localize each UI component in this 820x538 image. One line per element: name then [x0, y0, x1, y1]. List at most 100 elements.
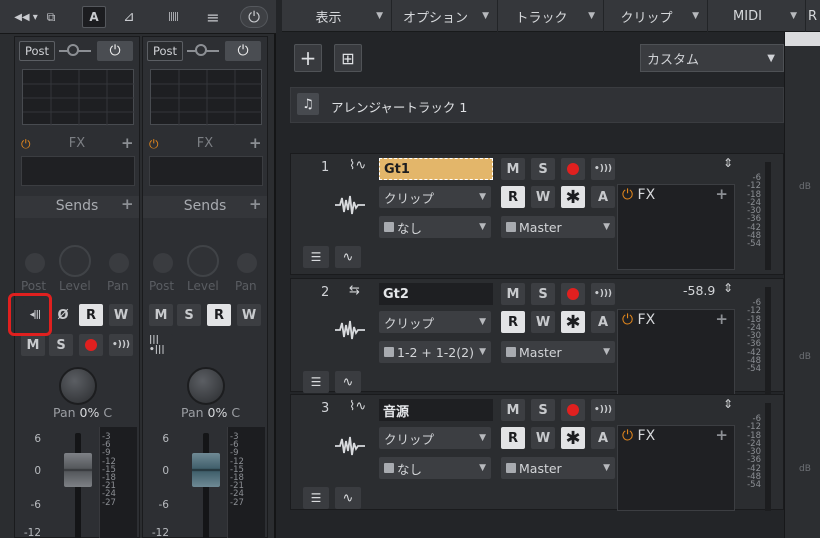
- solo-button[interactable]: S: [531, 283, 555, 305]
- read-button[interactable]: R: [501, 427, 525, 449]
- input-dropdown[interactable]: なし ▼: [379, 457, 491, 479]
- menu-track[interactable]: トラック ▼: [500, 0, 604, 32]
- add-fx-icon[interactable]: +: [715, 426, 728, 444]
- track-name[interactable]: Gt2: [379, 283, 493, 305]
- instrument-output-button[interactable]: |||•|||: [149, 334, 173, 356]
- collapse-icon[interactable]: ⇕: [723, 397, 733, 411]
- send-level-knob[interactable]: [59, 245, 91, 277]
- a-button[interactable]: A: [591, 186, 615, 208]
- output-dropdown[interactable]: Master ▼: [501, 216, 615, 238]
- track-name[interactable]: 音源: [379, 399, 493, 421]
- track-settings-button[interactable]: ☰: [303, 371, 329, 393]
- add-fx-icon[interactable]: +: [715, 310, 728, 328]
- fx-power-icon[interactable]: ⏻: [622, 187, 633, 203]
- solo-button[interactable]: S: [531, 158, 555, 180]
- menu-midi[interactable]: MIDI ▼: [710, 0, 806, 32]
- fx-power-icon[interactable]: ⏻: [622, 428, 633, 444]
- menu-options[interactable]: オプション ▼: [394, 0, 498, 32]
- monitor-button[interactable]: •))): [591, 283, 615, 305]
- input-monitor-button[interactable]: •))): [109, 334, 133, 356]
- input-dropdown[interactable]: 1-2 + 1-2(2) ▼: [379, 341, 491, 363]
- mute-button[interactable]: M: [501, 158, 525, 180]
- arranger-track[interactable]: ♫ アレンジャートラック 1: [290, 87, 784, 123]
- write-button[interactable]: W: [109, 304, 133, 326]
- clip-dropdown[interactable]: クリップ ▼: [379, 427, 491, 449]
- input-dropdown[interactable]: なし ▼: [379, 216, 491, 238]
- fx-panel[interactable]: ⏻ FX +: [617, 309, 735, 395]
- eq-thumbnail[interactable]: [22, 69, 135, 126]
- metronome-icon[interactable]: ⊿: [116, 6, 142, 28]
- track-row[interactable]: 1 ⌇∿ Gt1 M S •))) ⇕ クリップ ▼ R W ✱ A なし ▼ Master ▼ ⏻ FX + ☰ ∿ -…: [290, 153, 784, 275]
- send-pan-knob[interactable]: [237, 253, 257, 273]
- strip-power-button[interactable]: ⏻: [225, 41, 261, 61]
- strip-power-button[interactable]: ⏻: [97, 41, 133, 61]
- monitor-button[interactable]: •))): [591, 399, 615, 421]
- track-settings-button[interactable]: ☰: [303, 487, 329, 509]
- add-fx-icon[interactable]: +: [249, 134, 262, 152]
- send-level-knob[interactable]: [187, 245, 219, 277]
- menu-view[interactable]: 表示 ▼: [286, 0, 392, 32]
- vertical-scrollbar[interactable]: dB dB dB: [784, 32, 820, 538]
- solo-button[interactable]: S: [177, 304, 201, 326]
- write-button[interactable]: W: [531, 427, 555, 449]
- post-button[interactable]: Post: [147, 41, 183, 61]
- track-row[interactable]: 3 ⌇∿ 音源 M S •))) ⇕ クリップ ▼ R W ✱ A なし ▼ Master ▼ ⏻ FX + ☰ ∿ -6…: [290, 394, 784, 511]
- menu-clip[interactable]: クリップ ▼: [606, 0, 708, 32]
- record-button[interactable]: [561, 283, 585, 305]
- track-name[interactable]: Gt1: [379, 158, 493, 180]
- mute-button[interactable]: M: [21, 334, 45, 356]
- waveform-icon[interactable]: |||||: [160, 6, 186, 28]
- a-button[interactable]: A: [591, 311, 615, 333]
- a-button[interactable]: A: [82, 6, 106, 28]
- fx-panel[interactable]: ⏻ FX +: [617, 184, 735, 270]
- power-icon[interactable]: ⏻: [240, 6, 268, 28]
- track-row[interactable]: 2 ⇆ Gt2 M S •))) -58.9 ⇕ クリップ ▼ R W ✱ A 1-2 + 1-2(2) ▼ M…: [290, 278, 784, 395]
- read-button[interactable]: R: [79, 304, 103, 326]
- write-button[interactable]: W: [531, 186, 555, 208]
- solo-button[interactable]: S: [49, 334, 73, 356]
- add-folder-button[interactable]: ⊞: [334, 44, 362, 72]
- pan-knob[interactable]: [187, 367, 225, 405]
- record-button[interactable]: [561, 399, 585, 421]
- fx-power-icon[interactable]: ⏻: [622, 312, 633, 328]
- fx-panel[interactable]: ⏻ FX +: [617, 425, 735, 511]
- eq-thumbnail[interactable]: [150, 69, 263, 126]
- read-button[interactable]: R: [501, 186, 525, 208]
- pan-knob[interactable]: [59, 367, 97, 405]
- add-track-button[interactable]: +: [294, 44, 322, 72]
- write-button[interactable]: W: [237, 304, 261, 326]
- post-button[interactable]: Post: [19, 41, 55, 61]
- track-settings-button[interactable]: ☰: [303, 246, 329, 268]
- output-dropdown[interactable]: Master ▼: [501, 457, 615, 479]
- clip-dropdown[interactable]: クリップ ▼: [379, 186, 491, 208]
- automation-button[interactable]: ∿: [335, 246, 361, 268]
- add-send-icon[interactable]: +: [121, 195, 134, 213]
- scroll-thumb[interactable]: [785, 32, 820, 46]
- volume-fader[interactable]: [192, 453, 220, 487]
- automation-button[interactable]: ∿: [335, 371, 361, 393]
- record-button[interactable]: [79, 334, 103, 356]
- volume-fader[interactable]: [64, 453, 92, 487]
- read-button[interactable]: R: [207, 304, 231, 326]
- send-pan-knob[interactable]: [109, 253, 129, 273]
- mute-button[interactable]: M: [501, 283, 525, 305]
- send-post-knob[interactable]: [153, 253, 173, 273]
- phase-button[interactable]: Ø: [51, 304, 75, 326]
- write-button[interactable]: W: [531, 311, 555, 333]
- collapse-arrows-button[interactable]: ◀◀ ▾: [6, 6, 46, 28]
- fx-slot[interactable]: [149, 156, 263, 186]
- fx-slot[interactable]: [21, 156, 135, 186]
- asterisk-button[interactable]: ✱: [561, 311, 585, 333]
- clip-dropdown[interactable]: クリップ ▼: [379, 311, 491, 333]
- read-button[interactable]: R: [501, 311, 525, 333]
- a-button[interactable]: A: [591, 427, 615, 449]
- add-send-icon[interactable]: +: [249, 195, 262, 213]
- solo-button[interactable]: S: [531, 399, 555, 421]
- mute-button[interactable]: M: [149, 304, 173, 326]
- send-post-knob[interactable]: [25, 253, 45, 273]
- asterisk-button[interactable]: ✱: [561, 186, 585, 208]
- preset-dropdown[interactable]: カスタム ▼: [640, 44, 784, 72]
- collapse-icon[interactable]: ⇕: [723, 156, 733, 170]
- menu-icon[interactable]: ≡: [200, 6, 226, 28]
- record-button[interactable]: [561, 158, 585, 180]
